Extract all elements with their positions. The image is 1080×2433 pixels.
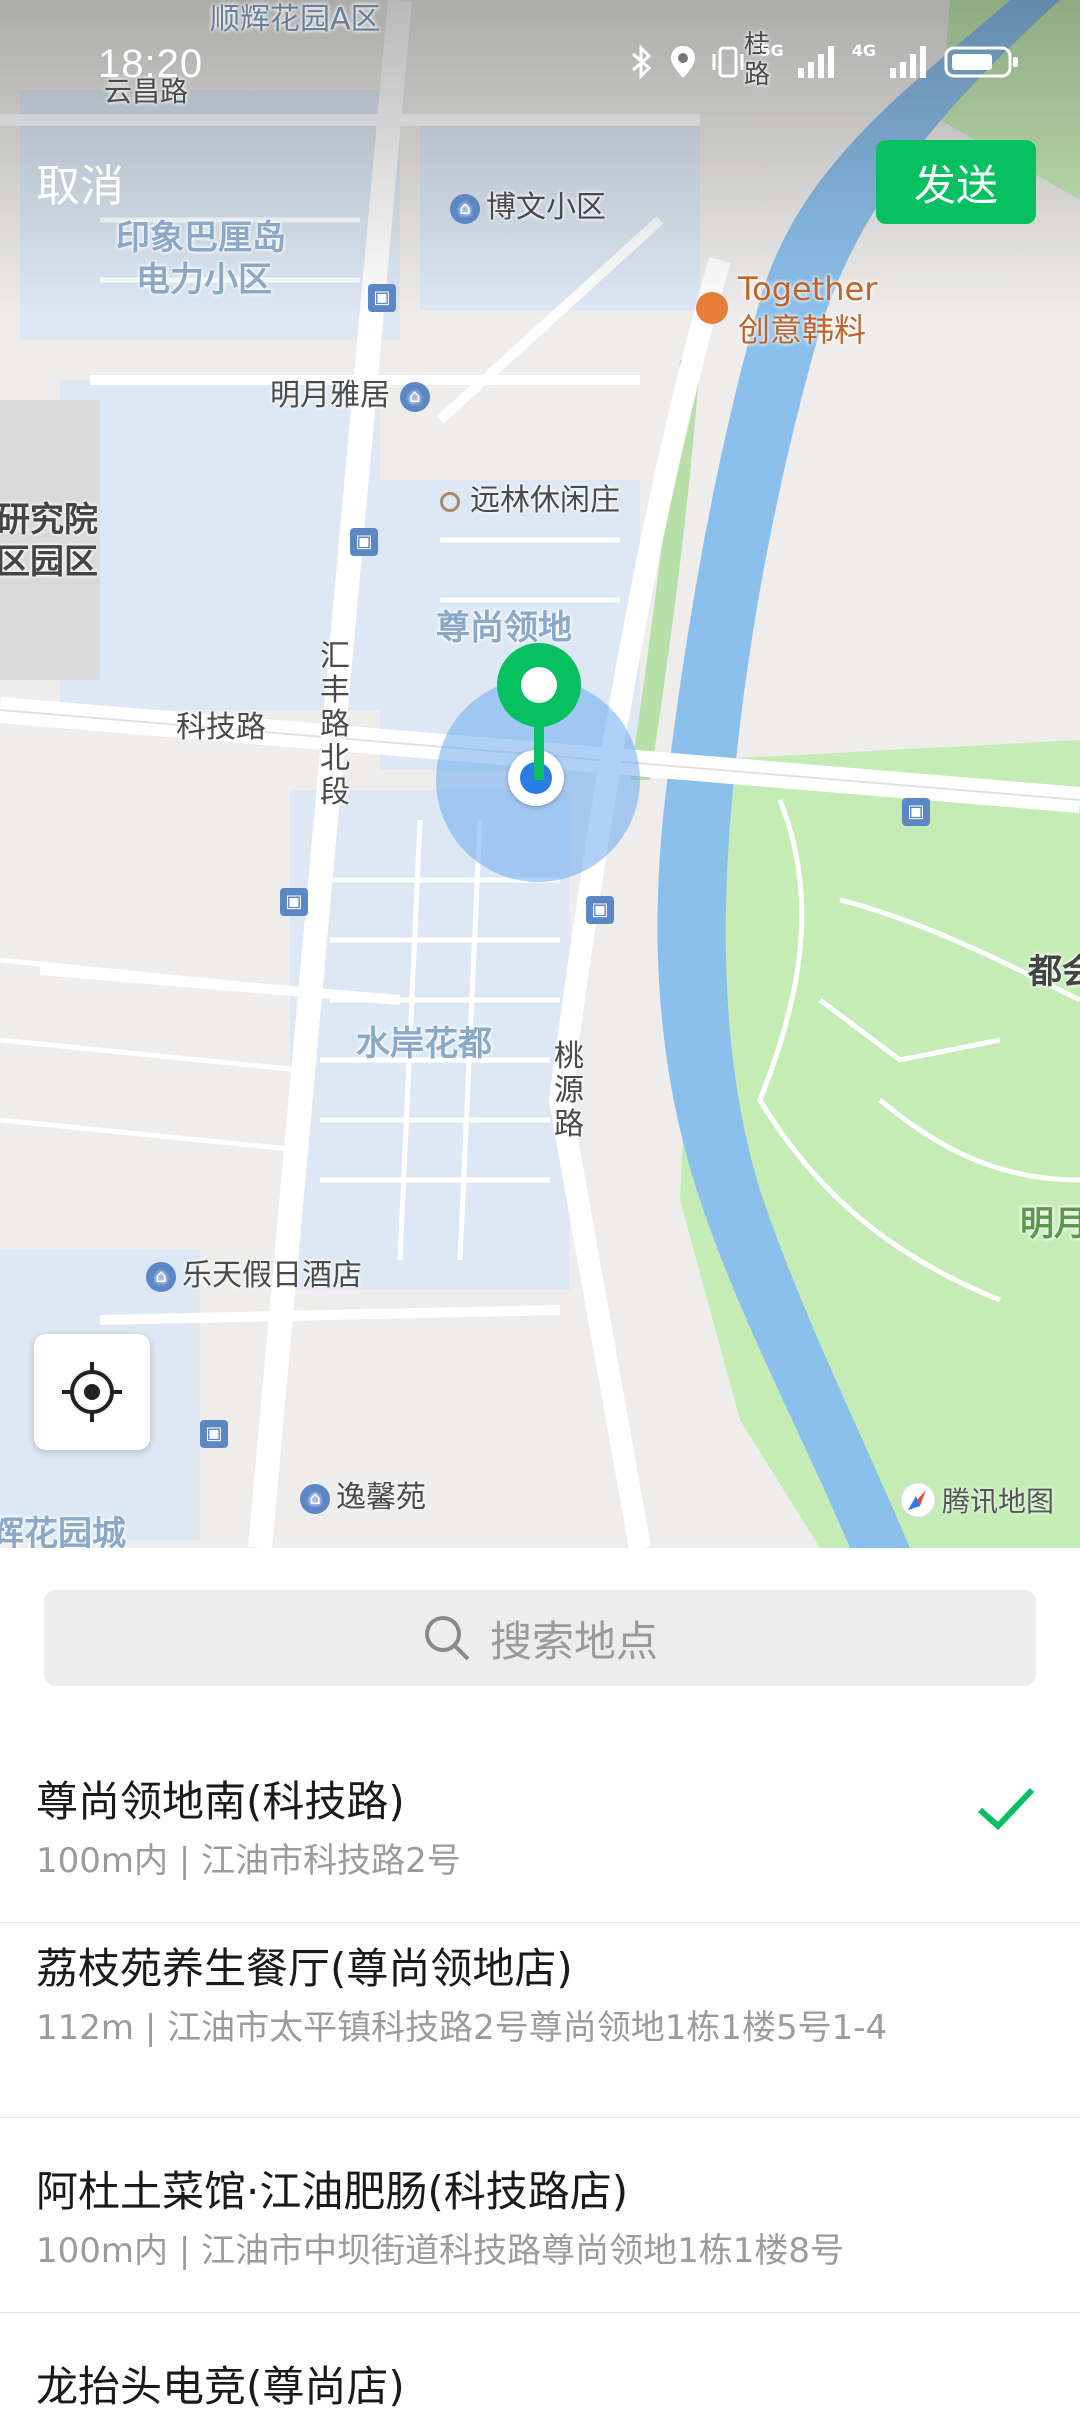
place-title: 尊尚领地南(科技路) bbox=[36, 1777, 405, 1826]
network-type-2: 4G bbox=[851, 40, 876, 60]
place-subtitle: 100m内 | 江油市中坝街道科技路尊尚领地1栋1楼8号 bbox=[36, 2231, 844, 2271]
map-label: 桃源路 bbox=[554, 1039, 584, 1142]
residence-icon: ⌂ bbox=[300, 1483, 330, 1514]
map-label: 电力小区 bbox=[136, 260, 272, 300]
search-icon bbox=[424, 1616, 470, 1661]
hotel-icon: ⌂ bbox=[146, 1261, 176, 1292]
map-label: 汇丰路北段 bbox=[320, 639, 350, 810]
map-label: 都会 bbox=[1028, 952, 1080, 992]
restaurant-icon bbox=[696, 292, 728, 324]
bus-stop-icon: ▣ bbox=[350, 528, 378, 556]
map-label: 明月 bbox=[1020, 1204, 1080, 1244]
signal-icon bbox=[797, 46, 834, 78]
crosshair-icon bbox=[62, 1362, 122, 1422]
place-title: 阿杜土菜馆·江油肥肠(科技路店) bbox=[36, 2167, 629, 2216]
place-title: 荔枝苑养生餐厅(尊尚领地店) bbox=[36, 1944, 573, 1993]
list-item[interactable]: 阿杜土菜馆·江油肥肠(科技路店) 100m内 | 江油市中坝街道科技路尊尚领地1… bbox=[0, 2118, 1080, 2313]
send-button[interactable]: 发送 bbox=[876, 140, 1036, 224]
map-logo: 腾讯地图 bbox=[900, 1480, 1054, 1520]
bus-stop-icon: ▣ bbox=[200, 1420, 228, 1448]
map-label-mingyue: 明月雅居 ⌂ bbox=[270, 370, 436, 414]
bus-stop-icon: ▣ bbox=[280, 888, 308, 916]
list-item[interactable]: 荔枝苑养生餐厅(尊尚领地店) 112m | 江油市太平镇科技路2号尊尚领地1栋1… bbox=[0, 1923, 1080, 2118]
cancel-button[interactable]: 取消 bbox=[36, 150, 124, 214]
checkmark-icon bbox=[978, 1787, 1035, 1831]
status-time: 18:20 bbox=[98, 42, 204, 86]
status-bar: 18:20 5G 4G bbox=[0, 0, 1080, 130]
map-pin-icon bbox=[497, 643, 581, 780]
place-subtitle: 112m | 江油市太平镇科技路2号尊尚领地1栋1楼5号1-4 bbox=[36, 2008, 888, 2048]
map-view[interactable]: 顺辉花园A区 云昌路 ⌂ 博文小区 印象巴厘岛 电力小区 Together 创意韩… bbox=[0, 0, 1080, 1548]
bus-stop-icon: ▣ bbox=[902, 798, 930, 826]
map-label-together: 创意韩料 bbox=[738, 311, 867, 349]
network-type-1: 5G bbox=[759, 40, 784, 60]
map-label-yixin: ⌂ 逸馨苑 bbox=[300, 1472, 426, 1516]
bluetooth-icon bbox=[632, 44, 652, 80]
map-label-bowen: ⌂ 博文小区 bbox=[450, 182, 606, 226]
search-input[interactable]: 搜索地点 bbox=[44, 1590, 1036, 1686]
search-placeholder: 搜索地点 bbox=[489, 1616, 658, 1666]
status-icons: 5G 4G bbox=[629, 40, 1020, 80]
list-item[interactable]: 龙抬头电竞(尊尚店) bbox=[0, 2313, 1080, 2433]
place-subtitle: 100m内 | 江油市科技路2号 bbox=[36, 1841, 461, 1881]
map-label-lotte: ⌂ 乐天假日酒店 bbox=[146, 1250, 362, 1294]
vibrate-icon bbox=[712, 46, 744, 78]
poi-dot-icon bbox=[440, 491, 460, 512]
map-label: 科技路 bbox=[176, 710, 266, 745]
map-label: 水岸花都 bbox=[356, 1024, 492, 1064]
list-item[interactable]: 尊尚领地南(科技路) 100m内 | 江油市科技路2号 bbox=[0, 1728, 1080, 1923]
signal-icon bbox=[890, 46, 926, 78]
map-label: 区园区 bbox=[0, 542, 98, 582]
location-icon bbox=[671, 46, 696, 78]
place-title: 龙抬头电竞(尊尚店) bbox=[36, 2362, 405, 2411]
locate-me-button[interactable] bbox=[34, 1334, 150, 1450]
residence-icon: ⌂ bbox=[399, 381, 430, 412]
battery-icon bbox=[944, 46, 1018, 78]
location-list-sheet: 搜索地点 尊尚领地南(科技路) 100m内 | 江油市科技路2号 荔枝苑养生餐厅… bbox=[0, 1548, 1080, 2412]
map-label: 辉花园城 bbox=[0, 1514, 126, 1548]
map-label-yuanlin: 远林休闲庄 bbox=[440, 475, 620, 519]
bus-stop-icon: ▣ bbox=[586, 896, 614, 924]
residence-icon: ⌂ bbox=[450, 193, 480, 224]
bus-stop-icon: ▣ bbox=[368, 284, 396, 312]
tencent-map-logo-icon bbox=[900, 1482, 936, 1518]
map-label: Together bbox=[738, 270, 878, 308]
